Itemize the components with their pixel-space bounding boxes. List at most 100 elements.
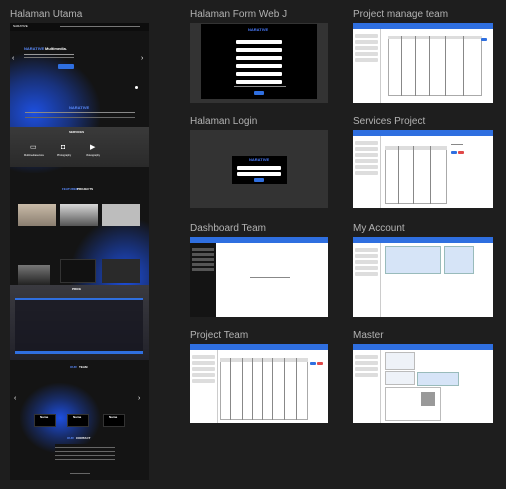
hero-title-accent: NARATIVE [24, 46, 45, 51]
frame-login[interactable]: NARATIVE [190, 130, 328, 208]
form-field-2[interactable] [236, 48, 282, 52]
pm-add-button[interactable] [481, 38, 487, 41]
about-title: NARATIVE [69, 105, 90, 110]
acc-sidebar [353, 243, 381, 317]
pt-col-line [242, 358, 243, 420]
form-submit-button[interactable] [254, 91, 264, 95]
frame-label-home[interactable]: Halaman Utama [10, 9, 82, 20]
team-prev-icon[interactable]: ‹ [14, 395, 16, 402]
pt-table [220, 358, 308, 420]
form-panel [201, 24, 317, 99]
pt-col-line [284, 358, 285, 420]
nav-links[interactable] [60, 26, 140, 27]
pt-sidebar [190, 350, 218, 423]
frame-master[interactable] [353, 344, 493, 423]
sp-delete-button[interactable] [458, 151, 464, 154]
contact-title-a: OUR [67, 436, 74, 440]
frame-form[interactable]: NARATIVE [190, 23, 328, 103]
pt-col-line [262, 358, 263, 420]
master-panel-2 [385, 371, 415, 385]
projects-title-b: PROJECTS [77, 187, 94, 191]
hero-title: Multimedia. [45, 46, 68, 51]
sp-save-button[interactable] [451, 151, 457, 154]
project-thumb-4[interactable] [18, 265, 50, 285]
login-submit-button[interactable] [254, 178, 264, 182]
nav-brand[interactable]: NARATIVE [13, 25, 28, 28]
pm-table [388, 36, 482, 96]
service-video-icon: ▶ [90, 144, 96, 151]
frame-label-project-team[interactable]: Project Team [190, 330, 248, 341]
form-field-1[interactable] [236, 40, 282, 44]
form-field-5[interactable] [236, 72, 282, 76]
frame-label-dashboard[interactable]: Dashboard Team [190, 223, 266, 234]
frame-label-form[interactable]: Halaman Form Web J [190, 9, 287, 20]
project-thumb-2[interactable] [60, 204, 98, 226]
login-title: NARATIVE [249, 157, 270, 162]
team-name-0: Nama [40, 415, 49, 419]
team-next-icon[interactable]: › [138, 395, 140, 402]
pm-col-line [429, 36, 430, 96]
team-name-1: Nama [73, 415, 82, 419]
form-field-3[interactable] [236, 56, 282, 60]
hero-dot-icon[interactable] [135, 86, 138, 89]
project-thumb-5[interactable] [60, 259, 96, 283]
hero-prev-icon[interactable]: ‹ [12, 55, 14, 62]
frame-project-team[interactable] [190, 344, 328, 423]
frame-label-services-project[interactable]: Services Project [353, 116, 425, 127]
service-label-2: Videography [86, 154, 100, 157]
service-label-0: Multimediaservice [24, 154, 45, 157]
frame-label-account[interactable]: My Account [353, 223, 405, 234]
hero-text [24, 54, 74, 58]
acc-detail-card [444, 246, 474, 274]
services-title: SERVICES [69, 130, 85, 134]
service-label-1: Photography [57, 154, 72, 157]
project-thumb-6[interactable] [102, 259, 140, 283]
frame-label-project-manage[interactable]: Project manage team [353, 9, 448, 20]
dash-sidebar [190, 243, 216, 317]
frame-account[interactable] [353, 237, 493, 317]
pm-col-line [415, 36, 416, 96]
sp-col-line [430, 146, 431, 204]
dash-welcome-text [250, 277, 290, 278]
login-password-field[interactable] [237, 172, 281, 176]
master-panel-3 [417, 372, 459, 386]
frame-label-login[interactable]: Halaman Login [190, 116, 257, 127]
price-title: PRICE [72, 287, 82, 291]
projects-title-a: FEATURED [62, 187, 79, 191]
pt-delete-button[interactable] [317, 362, 323, 365]
price-footer-bar [15, 351, 143, 354]
project-thumb-3[interactable] [102, 204, 140, 226]
sp-table-header [385, 146, 447, 150]
hero-next-icon[interactable]: › [141, 55, 143, 62]
form-title: NARATIVE [248, 27, 269, 32]
pm-col-line [401, 36, 402, 96]
team-title-a: OUR [70, 365, 77, 369]
pm-sidebar [353, 29, 381, 103]
form-consent-text [234, 86, 286, 87]
project-thumb-1[interactable] [18, 204, 56, 226]
frame-home[interactable]: NARATIVE NARATIVE Multimedia. ‹ › NARATI… [10, 23, 149, 480]
pt-col-line [272, 358, 273, 420]
navbar: NARATIVE [10, 23, 149, 31]
service-monitor-icon: ▭ [30, 144, 37, 151]
frame-project-manage[interactable] [353, 23, 493, 103]
about-text [25, 112, 135, 118]
form-field-6[interactable] [236, 80, 282, 84]
master-sidebar [353, 350, 381, 423]
pt-add-button[interactable] [310, 362, 316, 365]
frame-dashboard[interactable] [190, 237, 328, 317]
login-username-field[interactable] [237, 166, 281, 170]
pm-col-line [463, 36, 464, 96]
team-name-2: Nama [109, 415, 118, 419]
hero-cta-button[interactable] [58, 64, 74, 69]
frame-services-project[interactable] [353, 130, 493, 208]
sp-table [385, 146, 447, 204]
frame-label-master[interactable]: Master [353, 330, 384, 341]
form-field-4[interactable] [236, 64, 282, 68]
sp-sidebar [353, 136, 381, 208]
footer-line [70, 473, 90, 474]
contact-list [55, 444, 115, 462]
sp-col-line [398, 146, 399, 204]
team-title-b: TEAM [79, 365, 88, 369]
master-panel-1 [385, 352, 415, 370]
